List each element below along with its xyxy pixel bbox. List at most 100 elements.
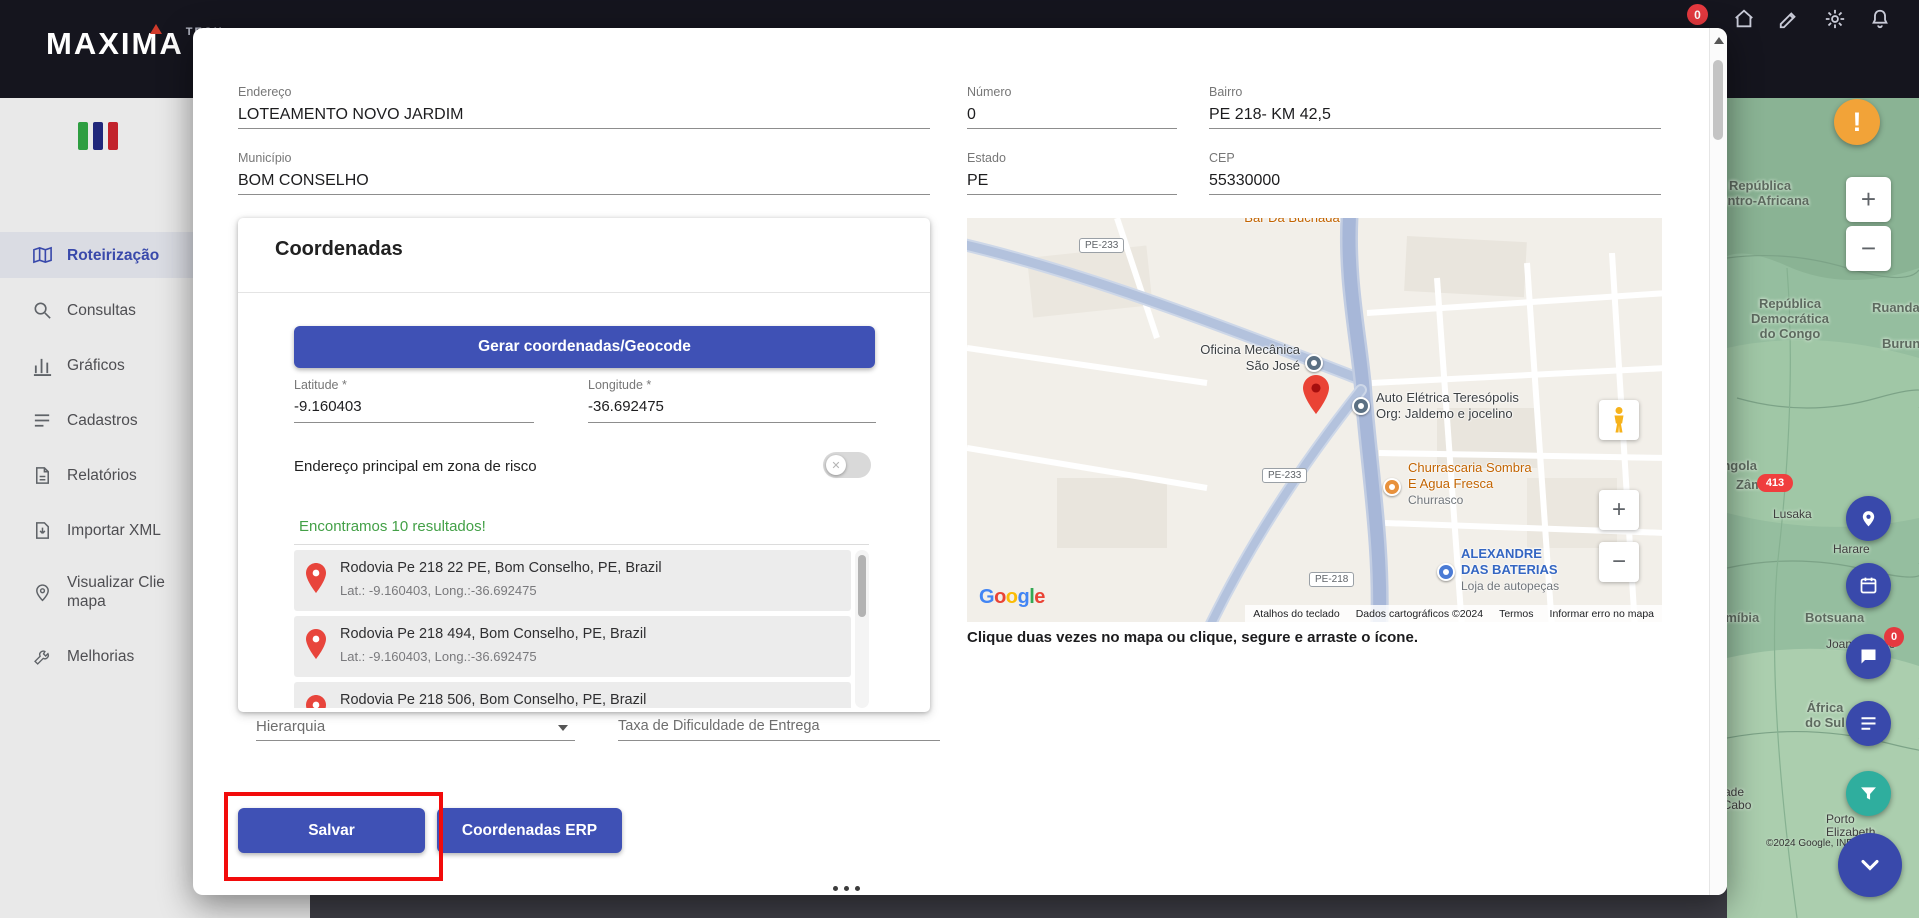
gerar-geocode-button[interactable]: Gerar coordenadas/Geocode xyxy=(294,326,875,368)
sidebar-item-label: Gráficos xyxy=(67,356,125,375)
risk-zone-toggle[interactable]: ✕ xyxy=(823,452,871,478)
scroll-up-arrow[interactable] xyxy=(1714,37,1724,44)
poi-label-auto-eletrica[interactable]: Auto Elétrica Teresópolis Org: Jaldemo e… xyxy=(1376,390,1596,421)
brand-text: MAXIMA xyxy=(46,26,184,61)
results-scrollbar[interactable] xyxy=(855,550,869,708)
results-divider xyxy=(294,544,869,545)
longitude-underline xyxy=(588,422,876,423)
fab-filter-button[interactable] xyxy=(1846,771,1891,816)
cluster-count-badge[interactable]: 413 xyxy=(1757,474,1793,492)
endereco-field[interactable]: LOTEAMENTO NOVO JARDIM xyxy=(238,106,464,124)
endereco-label: Endereço xyxy=(238,85,292,99)
edit-icon[interactable] xyxy=(1778,8,1802,32)
poi-label-churrascaria[interactable]: Churrascaria Sombra E Agua Fresca xyxy=(1408,460,1598,491)
numero-field[interactable]: 0 xyxy=(967,106,976,124)
poi-marker-alexandre-baterias[interactable] xyxy=(1437,563,1455,581)
fab-collapse-button[interactable] xyxy=(1838,833,1902,897)
bairro-underline xyxy=(1209,128,1661,129)
map-zoom-in-button[interactable]: + xyxy=(1599,490,1639,530)
risk-zone-label: Endereço principal em zona de risco xyxy=(294,458,537,475)
geocode-result-item[interactable]: Rodovia Pe 218 22 PE, Bom Conselho, PE, … xyxy=(294,550,851,611)
road-badge-pe233: PE-233 xyxy=(1262,468,1307,483)
modal-scrollbar-thumb[interactable] xyxy=(1713,60,1723,140)
numero-underline xyxy=(967,128,1177,129)
result-pin-icon xyxy=(306,563,326,591)
pegman-icon xyxy=(1610,406,1628,434)
salvar-button[interactable]: Salvar xyxy=(238,808,425,853)
report-error-link[interactable]: Informar erro no mapa xyxy=(1550,608,1654,620)
chat-bubble-icon xyxy=(1858,646,1879,667)
results-scrollbar-thumb[interactable] xyxy=(858,555,866,617)
poi-marker-oficina[interactable] xyxy=(1305,354,1323,372)
poi-marker-churrascaria[interactable] xyxy=(1383,478,1401,496)
modal-scrollbar[interactable] xyxy=(1709,28,1727,895)
edit-client-address-modal: Endereço LOTEAMENTO NOVO JARDIM Número 0… xyxy=(193,28,1727,895)
more-indicator[interactable] xyxy=(833,886,860,891)
result-coords: Lat.: -9.160403, Long.:-36.692475 xyxy=(340,649,537,664)
numero-label: Número xyxy=(967,85,1011,99)
alert-button[interactable]: ! xyxy=(1834,99,1880,145)
bg-zoom-out-button[interactable]: − xyxy=(1846,226,1891,271)
estado-label: Estado xyxy=(967,151,1006,165)
google-logo[interactable]: Google xyxy=(979,586,1045,609)
settings-gear-icon[interactable] xyxy=(1824,8,1848,32)
calendar-icon xyxy=(1858,575,1879,596)
estado-underline xyxy=(967,194,1177,195)
location-pin-icon xyxy=(1858,508,1879,529)
result-coords: Lat.: -9.160403, Long.:-36.692475 xyxy=(340,583,537,598)
poi-label-oficina-mecanica[interactable]: Oficina Mecânica São José xyxy=(1136,342,1300,373)
sidebar-item-label: Roteirização xyxy=(67,246,159,265)
poi-sublabel-loja-autopecas: Loja de autopeças xyxy=(1461,579,1559,593)
geocode-result-item[interactable]: Rodovia Pe 218 506, Bom Conselho, PE, Br… xyxy=(294,682,851,708)
longitude-label: Longitude * xyxy=(588,378,651,392)
sidebar-item-label: Cadastros xyxy=(67,411,138,430)
geocode-result-item[interactable]: Rodovia Pe 218 494, Bom Conselho, PE, Br… xyxy=(294,616,851,677)
pegman-street-view-control[interactable] xyxy=(1599,400,1639,440)
cep-field[interactable]: 55330000 xyxy=(1209,172,1280,190)
latitude-label: Latitude * xyxy=(294,378,347,392)
hierarquia-underline xyxy=(256,740,575,741)
map-icon xyxy=(32,245,53,266)
terms-link[interactable]: Termos xyxy=(1499,608,1533,620)
road-badge-pe218: PE-218 xyxy=(1309,572,1354,587)
bar-chart-icon xyxy=(32,355,53,376)
background-africa-map[interactable]: República Centro-Africana República Demo… xyxy=(1727,98,1919,918)
poi-sublabel-churrasco: Churrasco xyxy=(1408,493,1463,507)
selected-location-pin[interactable] xyxy=(1303,375,1329,413)
latitude-field[interactable]: -9.160403 xyxy=(294,398,362,415)
sidebar-item-label: Visualizar Clie mapa xyxy=(67,573,165,611)
coordenadas-title: Coordenadas xyxy=(275,238,403,261)
poi-label-alexandre-baterias[interactable]: ALEXANDRE DAS BATERIAS xyxy=(1461,546,1621,577)
longitude-field[interactable]: -36.692475 xyxy=(588,398,664,415)
google-map[interactable]: Bar Da Buchada PE-233 PE-233 PE-218 Ofic… xyxy=(967,218,1662,622)
notifications-bell-icon[interactable] xyxy=(1869,8,1893,32)
keyboard-shortcuts-link[interactable]: Atalhos do teclado xyxy=(1253,608,1339,620)
road-badge-pe233: PE-233 xyxy=(1079,238,1124,253)
menu-lines-icon xyxy=(1858,713,1879,734)
result-address: Rodovia Pe 218 22 PE, Bom Conselho, PE, … xyxy=(340,560,662,576)
chevron-down-icon xyxy=(1856,851,1884,879)
hierarquia-select[interactable]: Hierarquia xyxy=(256,718,325,735)
municipio-field[interactable]: BOM CONSELHO xyxy=(238,172,369,190)
poi-marker-auto-eletrica[interactable] xyxy=(1352,397,1370,415)
result-address: Rodovia Pe 218 506, Bom Conselho, PE, Br… xyxy=(340,692,646,708)
toggle-knob: ✕ xyxy=(826,455,846,475)
taxa-dificuldade-field[interactable]: Taxa de Dificuldade de Entrega xyxy=(618,718,820,734)
map-zoom-out-button[interactable]: − xyxy=(1599,542,1639,582)
wrench-icon xyxy=(32,646,53,667)
geocode-results-list: Rodovia Pe 218 22 PE, Bom Conselho, PE, … xyxy=(294,550,869,708)
fab-calendar-button[interactable] xyxy=(1846,563,1891,608)
bg-zoom-in-button[interactable]: + xyxy=(1846,177,1891,222)
dropdown-arrow-icon[interactable] xyxy=(558,725,568,731)
fab-list-button[interactable] xyxy=(1846,701,1891,746)
coordenadas-erp-button[interactable]: Coordenadas ERP xyxy=(437,808,622,853)
bairro-field[interactable]: PE 218- KM 42,5 xyxy=(1209,106,1331,124)
estado-field[interactable]: PE xyxy=(967,172,988,190)
coordenadas-card: Coordenadas Gerar coordenadas/Geocode La… xyxy=(238,218,930,712)
home-icon[interactable] xyxy=(1733,8,1757,32)
brand-accent-triangle xyxy=(150,24,162,34)
fab-locate-clients-button[interactable] xyxy=(1846,496,1891,541)
poi-label-bar-da-buchada[interactable]: Bar Da Buchada xyxy=(1217,218,1367,226)
country-label-burundi: Burundi xyxy=(1882,336,1919,351)
sidebar-item-label: Relatórios xyxy=(67,466,137,485)
